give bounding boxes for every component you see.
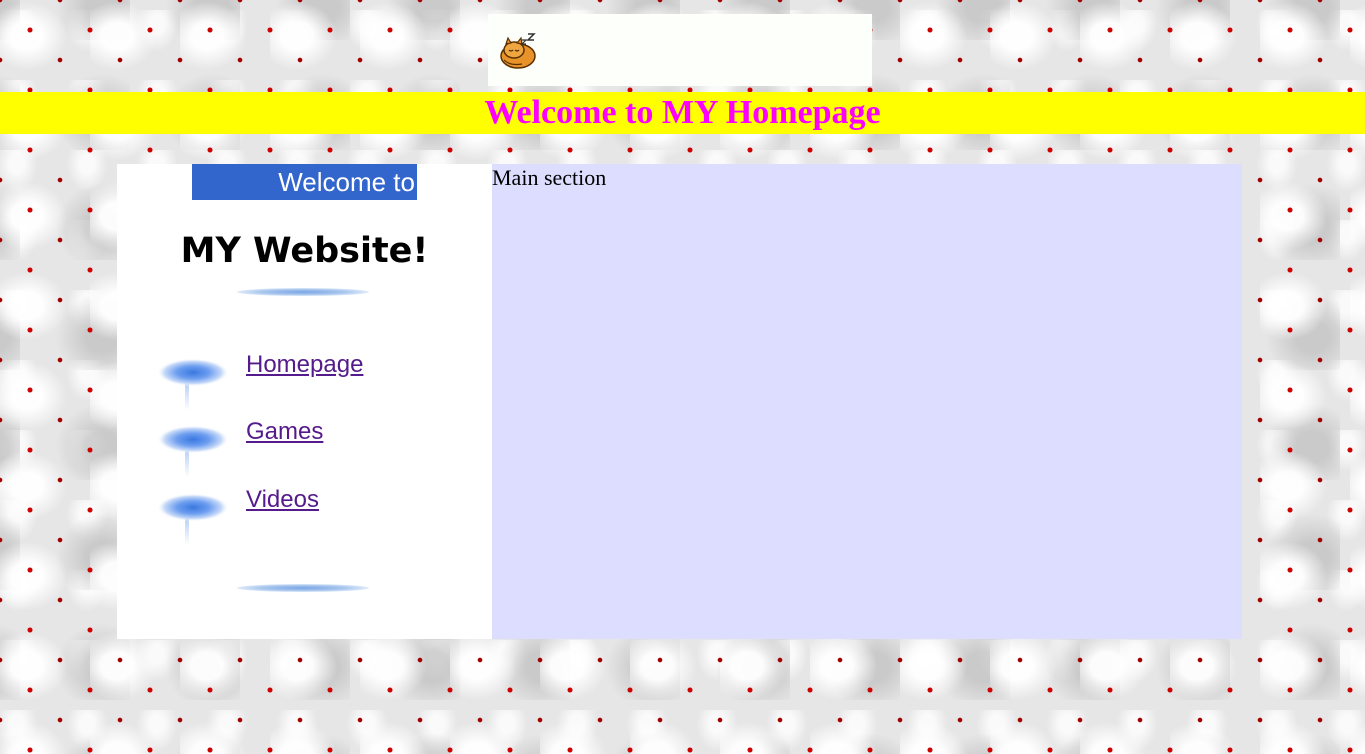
logo-box bbox=[488, 14, 872, 86]
sidebar-item-videos[interactable]: Videos bbox=[147, 479, 477, 545]
divider-bottom bbox=[237, 584, 369, 592]
main-section: Main section bbox=[492, 164, 1242, 639]
page-title: Welcome to MY Homepage bbox=[484, 94, 881, 131]
sidebar-welcome-marquee: Welcome to bbox=[192, 164, 417, 200]
header-banner: Welcome to MY Homepage bbox=[0, 92, 1365, 134]
sidebar-item-games[interactable]: Games bbox=[147, 411, 477, 477]
sidebar-item-homepage[interactable]: Homepage bbox=[147, 344, 477, 410]
games-link[interactable]: Games bbox=[246, 418, 323, 446]
sidebar: Welcome to MY Website! Homepage Games Vi… bbox=[117, 164, 492, 639]
blue-orb-icon bbox=[157, 359, 227, 410]
divider-top bbox=[237, 288, 369, 296]
blue-orb-icon bbox=[157, 426, 227, 477]
blue-orb-icon bbox=[157, 494, 227, 545]
sleeping-cat-icon bbox=[500, 33, 536, 69]
main-section-label: Main section bbox=[492, 165, 607, 190]
videos-link[interactable]: Videos bbox=[246, 486, 319, 514]
sidebar-heading: MY Website! bbox=[180, 231, 429, 271]
homepage-link[interactable]: Homepage bbox=[246, 351, 363, 379]
